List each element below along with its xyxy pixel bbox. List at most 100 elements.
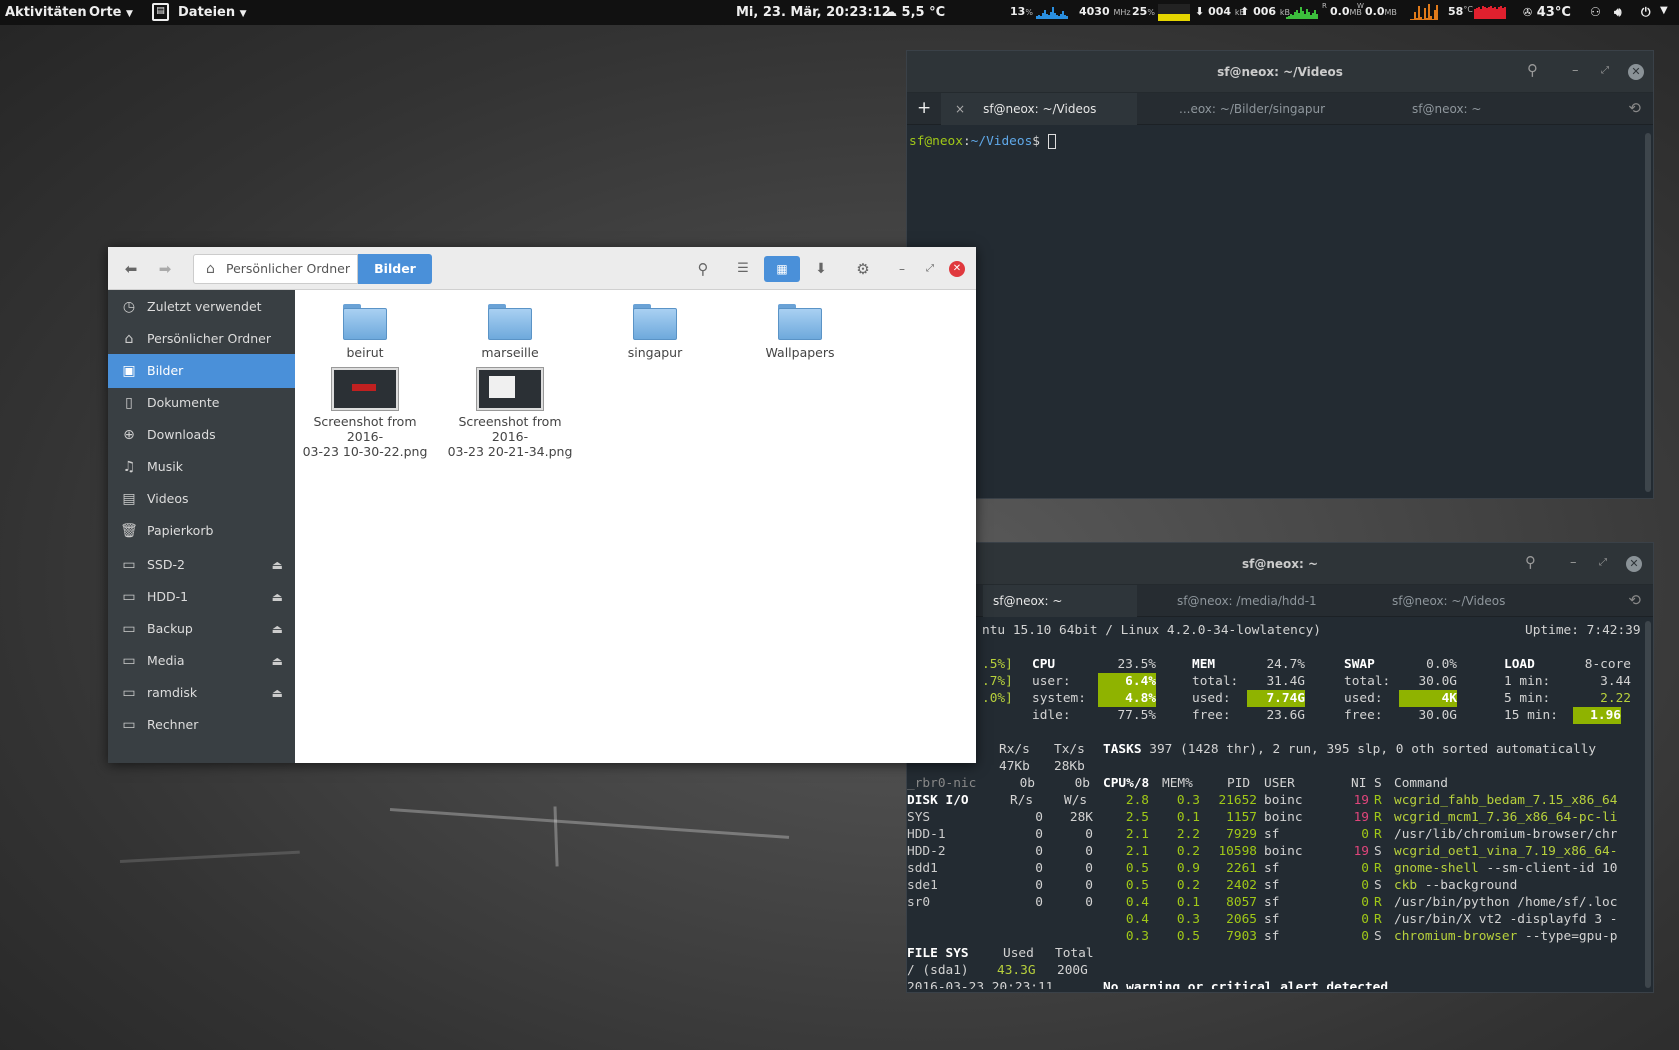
folder-item[interactable]: beirut bbox=[295, 304, 435, 360]
disk-write[interactable]: 0.0MB bbox=[1365, 5, 1397, 18]
history-icon[interactable]: ⟲ bbox=[1628, 99, 1641, 117]
new-tab-button[interactable]: + bbox=[917, 98, 931, 118]
sidebar-item-bilder[interactable]: ▣ Bilder bbox=[108, 354, 295, 388]
list-view-icon: ☰ bbox=[737, 261, 749, 276]
sidebar-item-zuletzt-verwendet[interactable]: ◷ Zuletzt verwendet bbox=[108, 290, 295, 324]
proc-header-cpu[interactable]: CPU%/8 bbox=[1103, 775, 1149, 792]
drive-icon: ▭ bbox=[122, 653, 136, 669]
sidebar-item-papierkorb[interactable]: 🗑︎ Papierkorb bbox=[108, 514, 295, 548]
maximize-button[interactable]: ⤢ bbox=[1599, 557, 1607, 568]
proc-header-mem[interactable]: MEM% bbox=[1162, 775, 1193, 792]
cpu-frequency[interactable]: 4030 MHz bbox=[1079, 5, 1131, 18]
disk-read-label: R bbox=[1322, 2, 1327, 10]
search-icon[interactable]: ⚲ bbox=[1527, 61, 1538, 79]
eject-icon[interactable]: ⏏ bbox=[272, 676, 283, 710]
settings-button[interactable]: ⚙ bbox=[848, 256, 878, 282]
sidebar-item-downloads[interactable]: ⊕ Downloads bbox=[108, 418, 295, 452]
folder-item[interactable]: singapur bbox=[585, 304, 725, 360]
tab-videos[interactable]: × sf@neox: ~/Videos bbox=[941, 93, 1137, 125]
eject-icon[interactable]: ⏏ bbox=[272, 644, 283, 678]
power-icon[interactable]: ⏻ bbox=[1641, 5, 1651, 20]
close-button[interactable]: ✕ bbox=[1626, 556, 1642, 572]
proc-header-s[interactable]: S bbox=[1374, 775, 1382, 792]
network-icon[interactable]: ⚇ bbox=[1590, 5, 1601, 19]
terminal-header-bar[interactable]: sf@neox: ~ ⚲ – ⤢ ✕ bbox=[907, 543, 1653, 585]
search-icon[interactable]: ⚲ bbox=[1525, 553, 1536, 571]
minimize-button[interactable]: – bbox=[1570, 555, 1577, 570]
app-menu[interactable]: Dateien ▼ bbox=[178, 5, 247, 20]
gpu-temperature[interactable]: ✇ 43°C bbox=[1523, 5, 1571, 20]
activities-button[interactable]: Aktivitäten bbox=[5, 5, 87, 20]
sidebar-item-persönlicher-ordner[interactable]: ⌂ Persönlicher Ordner bbox=[108, 322, 295, 356]
forward-button[interactable]: ➡ bbox=[150, 256, 180, 282]
cpu-usage[interactable]: 13% bbox=[1010, 5, 1033, 18]
weather-temp: 5,5 °C bbox=[901, 5, 946, 20]
network-down[interactable]: ⬇ 004 kB bbox=[1195, 5, 1245, 18]
proc-s: R bbox=[1374, 793, 1382, 808]
close-button[interactable]: ✕ bbox=[1628, 64, 1644, 80]
chevron-down-icon[interactable]: ▼ bbox=[1660, 5, 1668, 16]
glances-output[interactable]: ntu 15.10 64bit / Linux 4.2.0-34-lowlate… bbox=[907, 619, 1643, 989]
eject-icon[interactable]: ⏏ bbox=[272, 548, 283, 582]
network-up[interactable]: ⬆ 006 kB bbox=[1240, 5, 1290, 18]
terminal-header-bar[interactable]: sf@neox: ~/Videos ⚲ – ⤢ ✕ bbox=[907, 51, 1653, 93]
alert-status: No warning or critical alert detected bbox=[1103, 980, 1389, 989]
search-icon: ⚲ bbox=[697, 260, 709, 278]
volume-icon[interactable]: 🔊︎ bbox=[1614, 5, 1622, 20]
sidebar-item-ramdisk[interactable]: ▭ ramdisk ⏏ bbox=[108, 676, 295, 710]
maximize-button[interactable]: ⤢ bbox=[922, 256, 938, 282]
sidebar-item-dokumente[interactable]: ▯ Dokumente bbox=[108, 386, 295, 420]
minimize-button[interactable]: – bbox=[1572, 63, 1579, 78]
disk-write-value: 0.0 bbox=[1365, 5, 1385, 18]
folder-item[interactable]: Wallpapers bbox=[730, 304, 870, 360]
sidebar-item-ssd-2[interactable]: ▭ SSD-2 ⏏ bbox=[108, 548, 295, 582]
folder-item[interactable]: marseille bbox=[440, 304, 580, 360]
image-file-item[interactable]: Screenshot from 2016- 03-23 10-30-22.png bbox=[295, 368, 435, 459]
tab-home[interactable]: sf@neox: ~ bbox=[983, 585, 1137, 617]
clock[interactable]: Mi, 23. Mär, 20:23:12 bbox=[736, 5, 891, 20]
breadcrumb-home[interactable]: ⌂ Persönlicher Ordner bbox=[193, 254, 358, 284]
sidebar-item-hdd-1[interactable]: ▭ HDD-1 ⏏ bbox=[108, 580, 295, 614]
breadcrumb-current[interactable]: Bilder bbox=[358, 254, 432, 284]
file-manager-header-bar[interactable]: ⬅ ➡ ⌂ Persönlicher Ordner Bilder ⚲ ☰ ▦ ⬇ … bbox=[108, 247, 976, 290]
back-button[interactable]: ⬅ bbox=[116, 256, 146, 282]
proc-header-ni[interactable]: NI bbox=[1351, 775, 1366, 792]
search-button[interactable]: ⚲ bbox=[688, 256, 718, 282]
sidebar-item-videos[interactable]: ▤ Videos bbox=[108, 482, 295, 516]
memory-usage[interactable]: 25% bbox=[1132, 5, 1155, 18]
eject-icon[interactable]: ⏏ bbox=[272, 580, 283, 614]
tab-hdd-1[interactable]: sf@neox: /media/hdd-1 bbox=[1167, 585, 1347, 617]
tab-home[interactable]: sf@neox: ~ bbox=[1402, 93, 1522, 125]
close-button[interactable]: ✕ bbox=[949, 261, 965, 277]
history-icon[interactable]: ⟲ bbox=[1628, 591, 1641, 609]
sidebar-item-musik[interactable]: ♫ Musik bbox=[108, 450, 295, 484]
places-menu[interactable]: Orte ▼ bbox=[89, 5, 133, 20]
swap-total: 30.0G bbox=[1418, 674, 1457, 689]
sidebar-item-media[interactable]: ▭ Media ⏏ bbox=[108, 644, 295, 678]
sidebar-item-backup[interactable]: ▭ Backup ⏏ bbox=[108, 612, 295, 646]
proc-header-user[interactable]: USER bbox=[1264, 775, 1295, 792]
sort-button[interactable]: ⬇ bbox=[806, 256, 836, 282]
sidebar-item-rechner[interactable]: ▭ Rechner bbox=[108, 708, 295, 742]
proc-header-pid[interactable]: PID bbox=[1227, 775, 1250, 792]
scrollbar[interactable] bbox=[1645, 133, 1651, 492]
app-menu-label: Dateien bbox=[178, 5, 236, 20]
list-view-button[interactable]: ☰ bbox=[728, 256, 758, 282]
tab-close-icon[interactable]: × bbox=[955, 102, 965, 116]
scrollbar[interactable] bbox=[1645, 621, 1651, 988]
image-file-item[interactable]: Screenshot from 2016- 03-23 20-21-34.png bbox=[440, 368, 580, 459]
file-view[interactable]: beirut marseille singapur Wallpapers Screens… bbox=[295, 290, 976, 763]
tab-videos[interactable]: sf@neox: ~/Videos bbox=[1382, 585, 1532, 617]
weather-applet[interactable]: ☁ 5,5 °C bbox=[884, 5, 945, 20]
mem-total-percent: 24.7% bbox=[1266, 657, 1305, 672]
tab-singapur[interactable]: ...eox: ~/Bilder/singapur bbox=[1169, 93, 1349, 125]
grid-view-button[interactable]: ▦ bbox=[764, 256, 800, 282]
file-name: Wallpapers bbox=[765, 345, 835, 360]
eject-icon[interactable]: ⏏ bbox=[272, 612, 283, 646]
maximize-button[interactable]: ⤢ bbox=[1601, 65, 1609, 76]
disk-name: HDD-2 bbox=[907, 844, 946, 859]
terminal-output[interactable]: sf@neox:~/Videos$ bbox=[909, 129, 1641, 494]
proc-header-command[interactable]: Command bbox=[1394, 775, 1448, 792]
cpu-temperature[interactable]: 58°C bbox=[1448, 5, 1473, 18]
minimize-button[interactable]: – bbox=[894, 256, 910, 282]
